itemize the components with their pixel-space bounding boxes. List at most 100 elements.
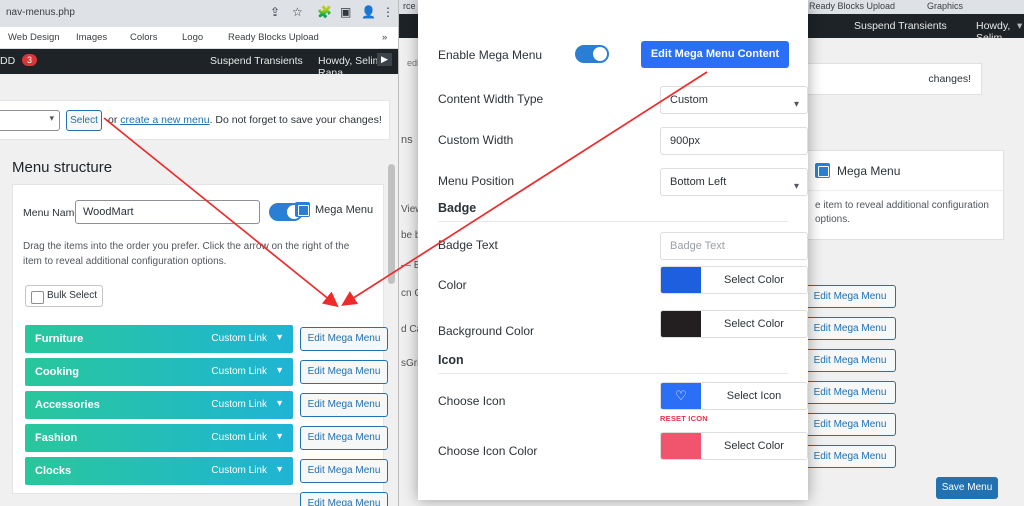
mega-menu-panel-text: e item to reveal additional configuratio… [815, 200, 989, 225]
choose-icon-label: Choose Icon [438, 394, 506, 408]
chevron-down-icon[interactable]: ▼ [275, 398, 284, 408]
menu-structure-title: Menu structure [12, 159, 113, 176]
background-edit-mega-menu-button-5[interactable]: Edit Mega Menu [804, 413, 896, 436]
edit-mega-menu-button-clocks[interactable]: Edit Mega Menu [300, 459, 388, 483]
bookmark-star-icon[interactable]: ☆ [292, 5, 308, 21]
edit-mega-menu-button-fashion[interactable]: Edit Mega Menu [300, 426, 388, 450]
profile-avatar-icon[interactable]: 👤 [361, 5, 377, 21]
badge-background-color-swatch[interactable] [661, 311, 701, 337]
bookmark-web-design[interactable]: Web Design [8, 32, 60, 43]
icon-color-picker[interactable]: Select Color [660, 432, 808, 460]
background-edit-mega-menu-button-6[interactable]: Edit Mega Menu [804, 445, 896, 468]
badge-text-input[interactable]: Badge Text [660, 232, 808, 260]
badge-background-color-label: Background Color [438, 324, 535, 338]
custom-width-label: Custom Width [438, 133, 514, 147]
reset-icon-link[interactable]: RESET ICON [660, 414, 708, 423]
content-width-type-select[interactable]: Custom [660, 86, 808, 118]
background-edit-mega-menu-column: Edit Mega Menu Edit Mega Menu Edit Mega … [804, 285, 1004, 477]
enable-mega-menu-toggle[interactable] [575, 45, 609, 63]
badge-color-select-label[interactable]: Select Color [701, 267, 807, 293]
avatar-left: ▶ [377, 53, 392, 66]
bookmark-ready-blocks-upload[interactable]: Ready Blocks Upload [228, 32, 319, 43]
menu-structure-card: Menu Name WoodMart Mega Menu Drag the it… [12, 184, 388, 506]
page-scrollbar[interactable] [388, 164, 395, 284]
split-view-icon[interactable]: ▣ [340, 5, 356, 21]
extensions-puzzle-icon[interactable]: 🧩 [317, 5, 333, 21]
custom-width-input[interactable]: 900px [660, 127, 808, 155]
choose-icon-picker[interactable]: ♡ Select Icon [660, 382, 808, 410]
edit-mega-menu-button-accessories[interactable]: Edit Mega Menu [300, 393, 388, 417]
icon-section-divider [438, 373, 788, 374]
bookmark-logo[interactable]: Logo [182, 32, 203, 43]
heart-icon[interactable]: ♡ [661, 383, 701, 409]
chevron-down-icon[interactable]: ▼ [275, 464, 284, 474]
tab-rce[interactable]: rce [403, 1, 416, 11]
share-icon[interactable]: ⇪ [270, 5, 286, 21]
chevron-down-icon[interactable]: ▼ [275, 431, 284, 441]
left-tab-strip: nav-menus.php ⇪ ☆ 🧩 ▣ 👤 ⋮ [0, 0, 398, 27]
mega-menu-tag: Mega Menu [295, 202, 373, 217]
bookmark-images[interactable]: Images [76, 32, 107, 43]
background-edit-mega-menu-button-1[interactable]: Edit Mega Menu [804, 285, 896, 308]
menu-item-clocks[interactable]: Clocks Custom Link ▼ [25, 457, 293, 485]
mega-menu-settings-modal: Enable Mega Menu Content Width Type Cust… [418, 0, 808, 500]
menu-item-type: Custom Link [211, 465, 267, 476]
mega-menu-tag-label: Mega Menu [315, 203, 374, 216]
icon-color-select-label[interactable]: Select Color [701, 433, 807, 459]
menu-item-furniture[interactable]: Furniture Custom Link ▼ [25, 325, 293, 353]
badge-background-color-select-label[interactable]: Select Color [701, 311, 807, 337]
menu-item-name: Clocks [35, 465, 72, 477]
edd-label-left[interactable]: DD [0, 55, 15, 67]
menu-position-row: Menu Position Bottom Left [438, 168, 808, 200]
badge-section-title: Badge [438, 201, 477, 215]
enable-mega-menu-label: Enable Mega Menu [438, 48, 543, 62]
menu-item-fashion[interactable]: Fashion Custom Link ▼ [25, 424, 293, 452]
badge-color-swatch[interactable] [661, 267, 701, 293]
menu-name-label: Menu Name [23, 207, 81, 219]
tab-ready-blocks-upload[interactable]: Ready Blocks Upload [809, 1, 895, 11]
suspend-transients-left[interactable]: Suspend Transients [210, 55, 303, 67]
bookmarks-overflow-icon[interactable]: » [382, 32, 387, 43]
edd-count-badge-left: 3 [22, 54, 38, 66]
menus-page-body: Select or create a new menu. Do not forg… [0, 74, 398, 506]
choose-icon-color-label: Choose Icon Color [438, 444, 538, 458]
bookmark-colors[interactable]: Colors [130, 32, 157, 43]
edit-mega-menu-content-button[interactable]: Edit Mega Menu Content [641, 41, 789, 68]
badge-color-picker[interactable]: Select Color [660, 266, 808, 294]
save-menu-button[interactable]: Save Menu [936, 477, 998, 499]
badge-background-color-picker[interactable]: Select Color [660, 310, 808, 338]
mega-menu-panel-title: Mega Menu [837, 163, 901, 178]
chevron-down-icon[interactable]: ▼ [275, 332, 284, 342]
save-hint-text: . Do not forget to save your changes! [209, 114, 382, 126]
menu-name-input[interactable]: WoodMart [75, 200, 260, 224]
menu-select-dropdown[interactable] [0, 110, 60, 131]
menu-item-name: Furniture [35, 333, 84, 345]
create-new-menu-link[interactable]: create a new menu [120, 114, 209, 126]
icon-color-swatch[interactable] [661, 433, 701, 459]
icon-section-title: Icon [438, 353, 464, 367]
content-width-type-row: Content Width Type Custom [438, 86, 808, 118]
menu-item-cooking[interactable]: Cooking Custom Link ▼ [25, 358, 293, 386]
browser-menu-icon[interactable]: ⋮ [382, 5, 398, 21]
background-edit-mega-menu-button-4[interactable]: Edit Mega Menu [804, 381, 896, 404]
background-edit-mega-menu-button-3[interactable]: Edit Mega Menu [804, 349, 896, 372]
select-icon-label[interactable]: Select Icon [701, 383, 807, 409]
bulk-select-checkbox[interactable]: Bulk Select [25, 285, 103, 307]
background-mega-menu-panel: Mega Menu e item to reveal additional co… [804, 150, 1004, 240]
menu-item-type: Custom Link [211, 432, 267, 443]
suspend-transients-link[interactable]: Suspend Transients [854, 20, 947, 32]
menu-structure-help: Drag the items into the order you prefer… [23, 241, 350, 267]
menu-position-select[interactable]: Bottom Left [660, 168, 808, 200]
edit-mega-menu-button-cooking[interactable]: Edit Mega Menu [300, 360, 388, 384]
edit-mega-menu-button-furniture[interactable]: Edit Mega Menu [300, 327, 388, 351]
address-bar[interactable]: nav-menus.php [0, 0, 230, 27]
select-button[interactable]: Select [66, 110, 102, 131]
tab-graphics[interactable]: Graphics [927, 1, 963, 11]
menu-item-accessories[interactable]: Accessories Custom Link ▼ [25, 391, 293, 419]
chevron-down-icon[interactable]: ▼ [275, 365, 284, 375]
left-bookmarks-bar: Web Design Images Colors Logo Ready Bloc… [0, 27, 398, 49]
menu-item-name: Accessories [35, 399, 100, 411]
menu-item-type: Custom Link [211, 333, 267, 344]
edit-mega-menu-button-extra[interactable]: Edit Mega Menu [300, 492, 388, 506]
background-edit-mega-menu-button-2[interactable]: Edit Mega Menu [804, 317, 896, 340]
